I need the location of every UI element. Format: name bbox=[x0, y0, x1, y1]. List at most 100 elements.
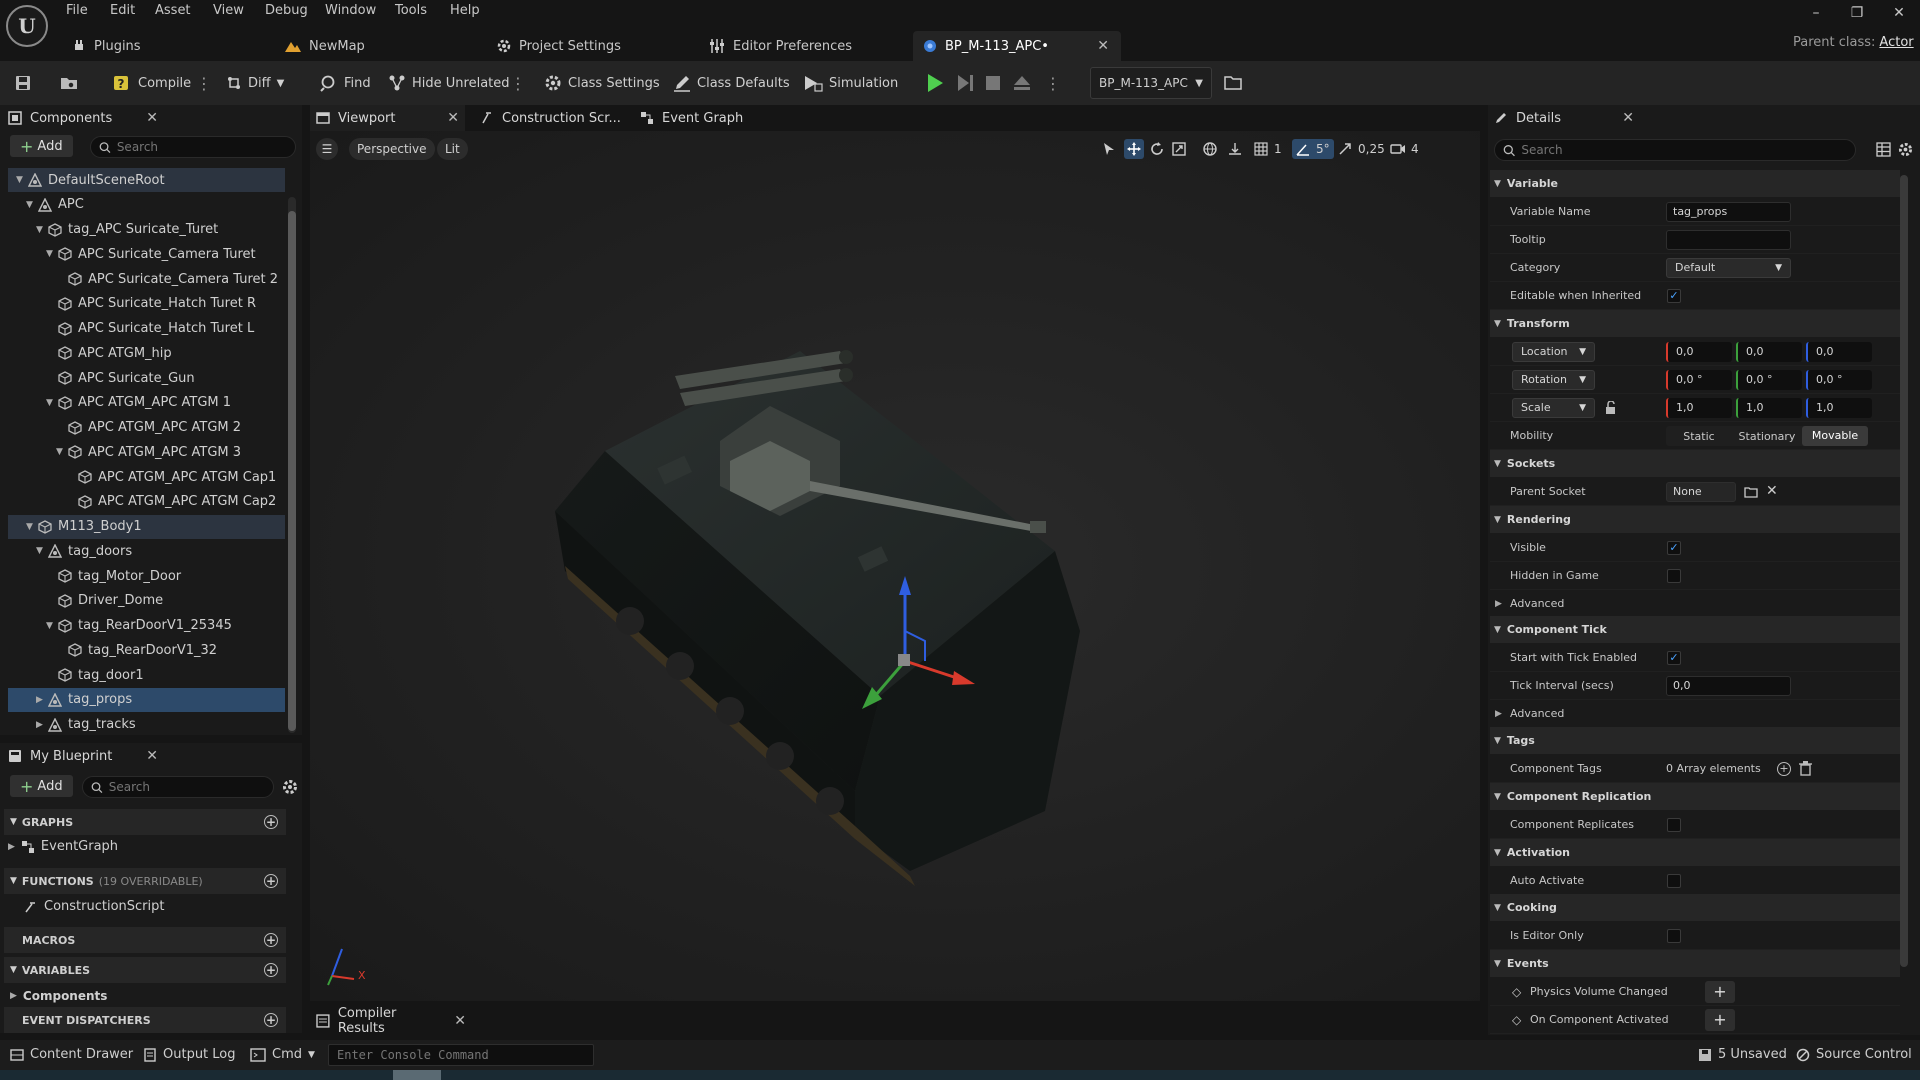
graphs-section[interactable]: ▼ GRAPHS + bbox=[4, 809, 286, 835]
activation-section[interactable]: ▼ Activation bbox=[1490, 839, 1900, 866]
close-icon[interactable]: ✕ bbox=[454, 1013, 466, 1029]
tree-item[interactable]: ▼ APC ATGM_APC ATGM 1 bbox=[8, 391, 285, 415]
my-blueprint-search[interactable] bbox=[82, 776, 274, 798]
cooking-section[interactable]: ▼ Cooking bbox=[1490, 894, 1900, 921]
transform-section[interactable]: ▼ Transform bbox=[1490, 310, 1900, 337]
tab-viewport[interactable]: Viewport ✕ bbox=[310, 105, 465, 131]
add-graph-icon[interactable]: + bbox=[264, 815, 278, 829]
compile-options-button[interactable]: ⋮ bbox=[196, 70, 212, 96]
tab-editor-preferences[interactable]: Editor Preferences bbox=[709, 31, 852, 61]
expand-arrow-icon[interactable]: ▼ bbox=[36, 225, 46, 235]
parent-socket-field[interactable]: None bbox=[1666, 481, 1736, 502]
expand-arrow-icon[interactable]: ▶ bbox=[36, 695, 46, 705]
browse-socket-icon[interactable] bbox=[1744, 485, 1758, 499]
macros-section[interactable]: MACROS + bbox=[4, 927, 286, 953]
details-search-input[interactable] bbox=[1521, 143, 1855, 157]
simulation-button[interactable]: Simulation bbox=[803, 70, 898, 96]
details-tab[interactable]: Details ✕ bbox=[1494, 105, 1634, 131]
auto-activate-checkbox[interactable] bbox=[1667, 873, 1681, 888]
tab-blueprint[interactable]: BP_M-113_APC• ✕ bbox=[913, 31, 1121, 61]
components-search-input[interactable] bbox=[116, 140, 295, 154]
tree-item[interactable]: ▼ APC bbox=[8, 193, 285, 217]
rotation-z-input[interactable]: 0,0 ° bbox=[1806, 369, 1872, 390]
select-mode-icon[interactable] bbox=[1102, 139, 1116, 159]
lit-button[interactable]: Lit bbox=[437, 138, 468, 160]
expand-arrow-icon[interactable]: ▼ bbox=[16, 175, 26, 185]
components-scrollbar[interactable] bbox=[288, 197, 296, 733]
scale-mode-icon[interactable] bbox=[1172, 139, 1186, 159]
component-replication-section[interactable]: ▼ Component Replication bbox=[1490, 783, 1900, 810]
browse-button[interactable] bbox=[60, 70, 78, 96]
transform-gizmo[interactable] bbox=[850, 561, 980, 711]
translate-mode-icon[interactable] bbox=[1124, 139, 1144, 159]
settings-icon[interactable] bbox=[1898, 142, 1913, 157]
console-command-field[interactable] bbox=[328, 1044, 594, 1066]
menu-view[interactable]: View bbox=[213, 3, 244, 18]
rotation-y-input[interactable]: 0,0 ° bbox=[1736, 369, 1802, 390]
event-graph-item[interactable]: ▶ EventGraph bbox=[8, 839, 118, 854]
step-button[interactable] bbox=[956, 70, 974, 96]
tab-newmap[interactable]: NewMap bbox=[285, 31, 365, 61]
scale-mode-select[interactable]: Scale ▼ bbox=[1512, 397, 1595, 418]
menu-edit[interactable]: Edit bbox=[110, 3, 135, 18]
tree-item[interactable]: APC ATGM_hip bbox=[8, 341, 285, 365]
tree-item[interactable]: APC Suricate_Hatch Turet L bbox=[8, 317, 285, 341]
scale-y-input[interactable]: 1,0 bbox=[1736, 397, 1802, 418]
scale-z-input[interactable]: 1,0 bbox=[1806, 397, 1872, 418]
hide-unrelated-button[interactable]: Hide Unrelated bbox=[388, 70, 510, 96]
close-icon[interactable]: ✕ bbox=[447, 110, 459, 126]
close-icon[interactable]: ✕ bbox=[1622, 110, 1634, 126]
editor-only-checkbox[interactable] bbox=[1667, 928, 1681, 943]
tab-construction-script[interactable]: Construction Scr... bbox=[480, 105, 621, 131]
tick-advanced-row[interactable]: ▶ Advanced bbox=[1490, 700, 1900, 728]
rendering-advanced-row[interactable]: ▶ Advanced bbox=[1490, 590, 1900, 618]
output-log-button[interactable]: Output Log bbox=[143, 1047, 236, 1062]
content-drawer-button[interactable]: Content Drawer bbox=[10, 1047, 133, 1062]
menu-tools[interactable]: Tools bbox=[395, 3, 427, 18]
expand-arrow-icon[interactable]: ▼ bbox=[46, 398, 56, 408]
grid-snap-button[interactable]: 1 bbox=[1254, 139, 1282, 159]
class-defaults-button[interactable]: Class Defaults bbox=[673, 70, 790, 96]
tab-compiler-results[interactable]: Compiler Results ✕ bbox=[316, 1006, 466, 1036]
minimize-button[interactable]: – bbox=[1804, 5, 1828, 21]
tree-item[interactable]: ▼ APC Suricate_Camera Turet bbox=[8, 242, 285, 266]
tree-item[interactable]: APC ATGM_APC ATGM Cap2 bbox=[8, 490, 285, 514]
tab-plugins[interactable]: Plugins bbox=[72, 31, 141, 61]
mobility-static-option[interactable]: Static bbox=[1666, 430, 1732, 443]
visible-checkbox[interactable]: ✓ bbox=[1667, 540, 1681, 555]
tick-interval-input[interactable]: 0,0 bbox=[1666, 675, 1791, 696]
variables-section[interactable]: ▼ VARIABLES + bbox=[4, 957, 286, 983]
parent-class-link[interactable]: Actor bbox=[1879, 35, 1913, 50]
tree-item[interactable]: APC ATGM_APC ATGM Cap1 bbox=[8, 465, 285, 489]
variable-name-input[interactable]: tag_props bbox=[1666, 201, 1791, 222]
close-window-button[interactable]: ✕ bbox=[1887, 5, 1911, 21]
menu-window[interactable]: Window bbox=[325, 3, 376, 18]
add-function-icon[interactable]: + bbox=[264, 874, 278, 888]
hide-unrelated-options-button[interactable]: ⋮ bbox=[510, 70, 526, 96]
functions-section[interactable]: ▼ FUNCTIONS (19 OVERRIDABLE) + bbox=[4, 868, 286, 894]
add-member-button[interactable]: + Add bbox=[10, 775, 73, 797]
tree-item[interactable]: ▶ tag_tracks bbox=[8, 713, 285, 737]
components-search[interactable] bbox=[90, 136, 296, 158]
editable-inherited-checkbox[interactable]: ✓ bbox=[1667, 288, 1681, 303]
menu-file[interactable]: File bbox=[66, 3, 88, 18]
scale-snap-button[interactable]: 0,25 bbox=[1338, 139, 1385, 159]
tree-item[interactable]: ▼ APC ATGM_APC ATGM 3 bbox=[8, 440, 285, 464]
menu-asset[interactable]: Asset bbox=[155, 3, 191, 18]
close-tab-icon[interactable]: ✕ bbox=[1097, 38, 1109, 54]
tree-item[interactable]: ▼ tag_APC Suricate_Turet bbox=[8, 218, 285, 242]
gear-icon[interactable] bbox=[282, 779, 298, 795]
expand-arrow-icon[interactable]: ▼ bbox=[26, 522, 36, 532]
unsaved-button[interactable]: 5 Unsaved bbox=[1698, 1047, 1787, 1062]
tree-item[interactable]: ▼ DefaultSceneRoot bbox=[8, 168, 285, 192]
add-activated-event-button[interactable]: + bbox=[1705, 1009, 1735, 1031]
start-tick-checkbox[interactable]: ✓ bbox=[1667, 650, 1681, 665]
camera-speed-button[interactable]: 4 bbox=[1390, 139, 1419, 159]
browse-debug-button[interactable] bbox=[1224, 70, 1242, 96]
angle-snap-button[interactable]: 5° bbox=[1292, 139, 1334, 159]
restore-button[interactable]: ❐ bbox=[1845, 5, 1869, 21]
viewport[interactable]: ☰ Perspective Lit 1 5° 0,25 4 X bbox=[310, 131, 1480, 1001]
location-mode-select[interactable]: Location ▼ bbox=[1512, 341, 1595, 362]
world-space-icon[interactable] bbox=[1203, 139, 1217, 159]
events-section[interactable]: ▼ Events bbox=[1490, 950, 1900, 977]
